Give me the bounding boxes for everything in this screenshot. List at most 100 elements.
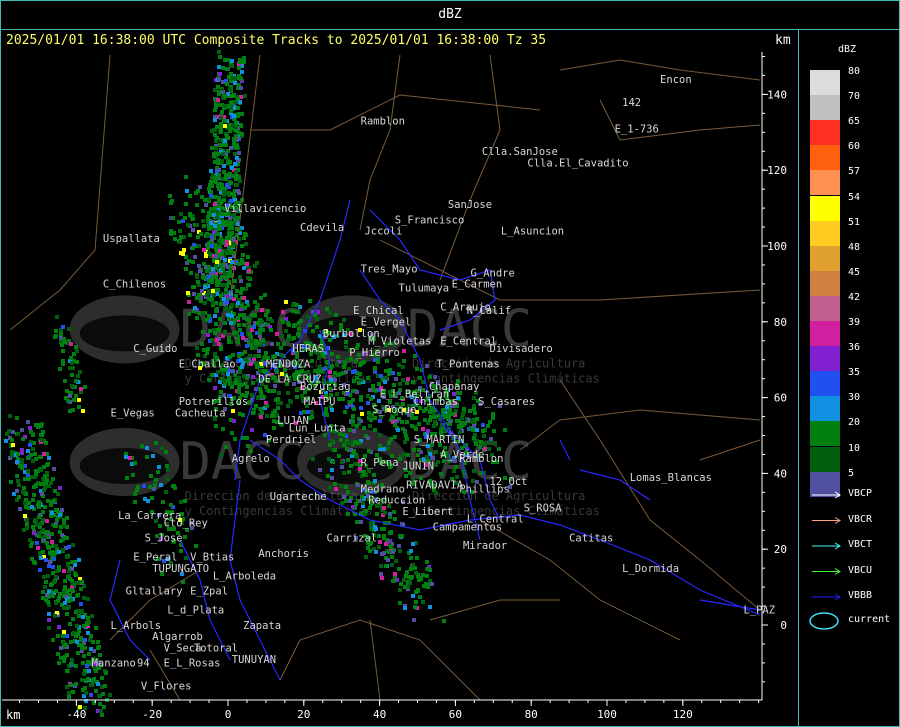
road-line <box>279 619 481 701</box>
place-label: 142 <box>622 97 641 109</box>
x-tick-label: 40 <box>373 708 386 721</box>
place-label: S_Jose <box>145 533 183 545</box>
legend-swatch-45 <box>810 270 840 296</box>
legend-level-label: 35 <box>848 367 861 379</box>
track-label: VBCP <box>848 488 873 499</box>
place-label: Cdevila <box>300 222 344 234</box>
place-label: E_Peral <box>133 552 177 564</box>
place-label: Algarrob <box>152 631 203 643</box>
y-tick-label: 40 <box>774 467 787 480</box>
legend-swatch-39 <box>810 321 840 346</box>
place-label: Perdriel <box>266 434 317 446</box>
x-tick-label: 80 <box>525 708 538 721</box>
road-line <box>359 54 401 231</box>
legend-swatch-51 <box>810 220 840 246</box>
legend-swatch-54 <box>810 195 840 221</box>
place-label: E_1-736 <box>615 123 659 135</box>
place-label: S_Casares <box>478 396 535 408</box>
legend-swatch-36 <box>810 346 840 372</box>
place-label: L_d_Plata <box>167 605 224 617</box>
legend-swatch-30 <box>810 396 840 422</box>
legend-level-label: 36 <box>848 342 861 354</box>
place-label: L_Dormida <box>622 563 679 575</box>
x-tick-label: -20 <box>142 708 162 721</box>
place-label: Manzano <box>92 658 136 670</box>
place-label: Mirador <box>463 540 507 552</box>
place-label: E_Libert <box>402 506 453 518</box>
place-label: SanJose <box>448 199 492 211</box>
x-tick-label: 100 <box>597 708 617 721</box>
place-label: S_Francisco <box>395 214 465 226</box>
x-axis-unit: km <box>6 708 21 722</box>
place-label: Clla.SanJose <box>482 146 558 158</box>
place-label: Ugarteche <box>270 491 327 503</box>
y-tick-label: 20 <box>774 543 787 556</box>
place-label: S_ROSA <box>524 502 563 514</box>
place-label: L_Arboleda <box>213 571 276 583</box>
y-tick-label: 60 <box>774 392 787 405</box>
composite-header: 2025/01/01 16:38:00 UTC Composite Tracks… <box>6 33 547 48</box>
x-tick-label: 0 <box>225 708 232 721</box>
place-label: Lomas_Blancas <box>630 472 712 484</box>
legend-swatch-80 <box>810 70 840 95</box>
legend-level-label: 45 <box>848 266 861 278</box>
legend-level-label: 65 <box>848 116 861 128</box>
y-tick-label: 100 <box>767 240 787 253</box>
place-label: Cto_Rey <box>164 517 208 529</box>
y-tick-label: 80 <box>774 316 787 329</box>
current-ellipse-icon <box>809 612 839 630</box>
legend-swatch-10 <box>810 446 840 472</box>
place-label: Carrizal <box>327 533 378 545</box>
legend-level-label: 30 <box>848 392 861 404</box>
x-tick-label: 120 <box>673 708 693 721</box>
legend-swatch-42 <box>810 295 840 321</box>
river-line <box>559 439 571 461</box>
place-label: S_Roque <box>372 404 416 416</box>
legend-swatch-70 <box>810 95 840 121</box>
legend-level-label: 54 <box>848 191 861 203</box>
place-label: Jccoli <box>364 226 402 238</box>
legend-level-label: 20 <box>848 417 861 429</box>
legend-swatch-20 <box>810 421 840 447</box>
place-label: Zapata <box>243 620 281 632</box>
place-label: P_Hierro <box>349 347 400 359</box>
place-label: E_Chical <box>353 305 404 317</box>
place-label: E_L_Rosas <box>164 658 221 670</box>
road-line <box>519 409 761 451</box>
place-label: Bozuriag <box>300 381 351 393</box>
place-label: C_Guido <box>133 343 177 355</box>
road-line <box>559 379 761 611</box>
place-label: M_Violetas <box>368 336 431 348</box>
place-label: TUNUYAN <box>232 654 276 666</box>
place-label: Ramblon <box>459 453 503 465</box>
legend-level-label: 5 <box>848 467 855 479</box>
place-label: Anchoris <box>258 548 309 560</box>
place-label: V_Seca <box>164 643 202 655</box>
place-label: Villavicencio <box>224 203 306 215</box>
place-label: JUNIN <box>402 461 434 473</box>
place-label: 94 <box>137 658 150 670</box>
track-label: VBCT <box>848 539 873 550</box>
place-label: Reduccion <box>368 495 425 507</box>
place-label: HERAS <box>292 343 324 355</box>
place-label: E_Zpal <box>190 586 228 598</box>
legend-level-label: 10 <box>848 442 861 454</box>
y-axis-unit: km <box>775 33 791 48</box>
radar-map[interactable]: DACCDirección de Agriculturay Contingenc… <box>0 0 900 727</box>
place-label: Chimbas <box>414 396 458 408</box>
place-label: T_Pontenas <box>436 358 499 370</box>
place-label: Medrano <box>361 483 405 495</box>
legend-title: dBZ <box>838 44 857 55</box>
legend-level-label: 42 <box>848 291 861 303</box>
place-label: Tulumaya <box>399 282 450 294</box>
place-label: Encon <box>660 74 692 86</box>
x-tick-label: 60 <box>449 708 462 721</box>
place-label: Clla.El_Cavadito <box>527 157 628 169</box>
place-label: Agrelo <box>232 453 270 465</box>
legend-level-label: 57 <box>848 166 861 178</box>
place-label: S_MARTIN <box>414 434 465 446</box>
place-label: Tres_Mayo <box>361 264 418 276</box>
place-label: Uspallata <box>103 233 160 245</box>
road-line <box>9 54 111 331</box>
track-label: VBBB <box>848 590 873 601</box>
